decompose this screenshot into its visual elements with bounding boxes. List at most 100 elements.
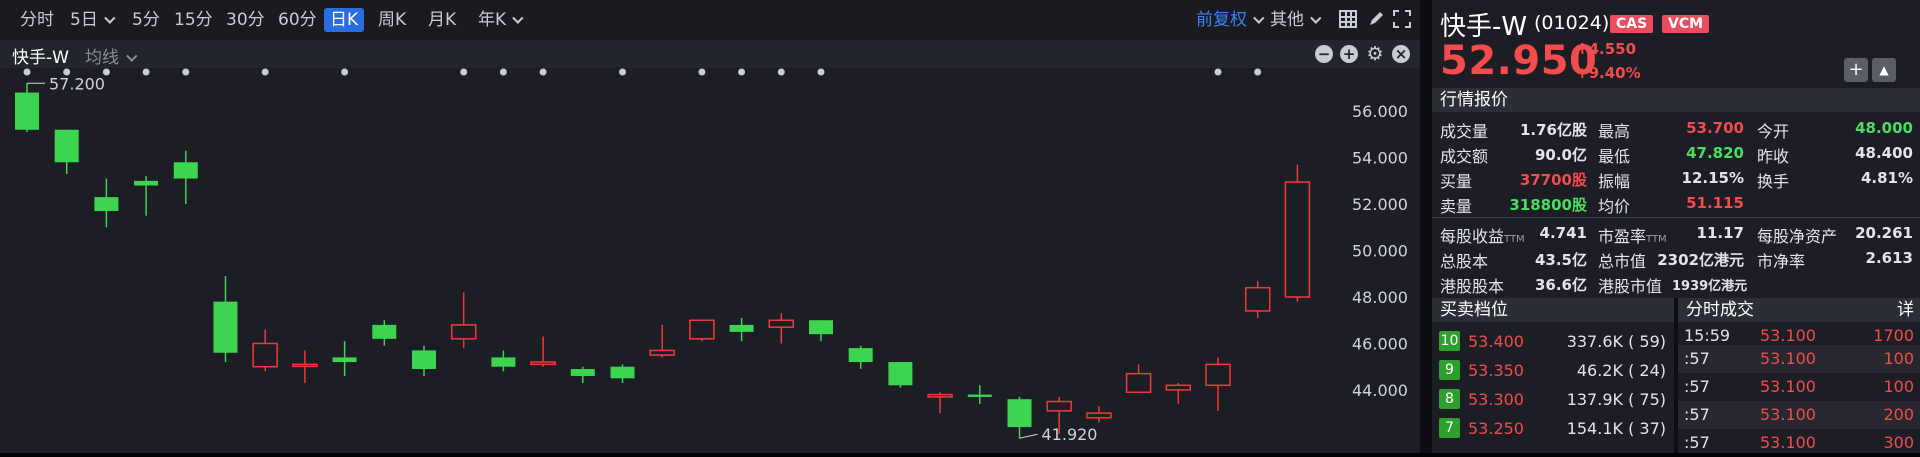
extreme-labels: 57.200 41.920 [27,74,1097,444]
stock-tab[interactable]: 快手-W [12,43,69,68]
trades-detail-button[interactable]: 详 [1897,298,1914,322]
avg-price-value: 51.115 [1686,194,1744,212]
candle [848,345,873,370]
period-5min[interactable]: 5分 [126,8,166,32]
orderbook-price: 53.400 [1468,332,1524,351]
trades-title: 分时成交 详 [1678,298,1920,322]
orderbook-volume: 137.9K ( 75) [1566,390,1666,409]
period-monthly-k[interactable]: 月K [422,8,462,32]
candle [332,341,357,376]
eps-ttm-suffix: TTM [1504,234,1525,245]
low-value: 47.820 [1686,144,1744,162]
candle-body [530,361,556,366]
orderbook-row[interactable]: 10 53.400 337.6K ( 59) [1432,326,1674,354]
ma-dropdown[interactable]: 均线 [85,43,133,68]
settings-gear-icon[interactable]: ⚙ [1366,45,1384,64]
chart-header: 快手-W 均线 − + ⚙ × [0,40,1420,68]
period-weekly-k[interactable]: 周K [372,8,412,32]
app-root: 分时 5日 5分 15分 30分 60分 日K 周K 月K 年K 前复权 其他 … [0,0,1920,453]
draw-pen-icon[interactable] [1366,10,1386,30]
event-dot [738,68,746,76]
period-5day[interactable]: 5日 [64,8,117,32]
volume-label: 成交量 [1440,122,1489,141]
orderbook-row[interactable]: 9 53.350 46.2K ( 24) [1432,355,1674,383]
candle-body [1125,372,1152,393]
candle [252,329,278,372]
vcm-badge: VCM [1662,15,1710,33]
turnover-label: 成交额 [1440,147,1489,166]
trade-volume: 1700 [1873,326,1914,345]
candle [491,350,516,372]
bvps-label: 每股净资产 [1757,227,1838,246]
close-icon[interactable]: × [1392,45,1410,63]
open-value: 48.000 [1855,119,1913,137]
pe-value: 11.17 [1696,224,1744,242]
eps-label: 每股收益TTM [1440,223,1525,247]
bvps-value: 20.261 [1855,224,1913,242]
cas-badge: CAS [1610,15,1654,33]
candle [530,336,556,367]
orderbook-row[interactable]: 8 53.300 137.9K ( 75) [1432,384,1674,412]
event-dot [698,68,706,76]
price-change-value: 4.550 [1588,40,1637,58]
eps-value: 4.741 [1539,224,1587,242]
other-dropdown[interactable]: 其他 [1264,8,1323,32]
period-yearly-k[interactable]: 年K [472,8,525,32]
candle-body [372,324,397,339]
zoom-in-icon[interactable]: + [1340,45,1358,63]
candle [927,392,953,414]
collapse-icon[interactable]: ▲ [1872,58,1896,82]
event-dot [777,68,785,76]
period-daily-k[interactable]: 日K [324,8,365,32]
trade-price: 53.100 [1760,377,1816,396]
candle-body [768,319,795,328]
zoom-out-icon[interactable]: − [1315,45,1333,63]
candle-body [1284,181,1311,298]
candle-body [1086,412,1112,419]
turnover-value: 90.0亿 [1534,146,1587,164]
price-axis: 56.000 54.000 52.000 50.000 48.000 46.000 44.0… [1352,102,1408,400]
candle [15,83,39,133]
trade-row: :57 53.100 200 [1678,401,1920,429]
add-icon[interactable]: + [1844,58,1868,82]
candle [94,178,119,228]
event-dot [341,68,349,76]
candle-body [173,162,198,179]
period-30min[interactable]: 30分 [220,8,271,32]
candle-body [450,324,477,340]
trade-price: 53.100 [1760,326,1816,345]
prev-close-label: 昨收 [1757,147,1790,166]
trade-volume: 300 [1883,433,1914,452]
candle [372,320,397,346]
pane-divider[interactable] [1420,0,1432,453]
candle-body [1007,399,1032,428]
candle-body [610,366,635,379]
candlestick-chart[interactable]: 56.000 54.000 52.000 50.000 48.000 46.000 44.0… [0,68,1420,453]
orderbook-row[interactable]: 7 53.250 154.1K ( 37) [1432,413,1674,441]
fullscreen-icon[interactable] [1392,10,1412,30]
period-intraday[interactable]: 分时 [14,8,60,32]
period-60min[interactable]: 60分 [272,8,323,32]
y-tick-label: 54.000 [1352,149,1408,168]
orderbook-volume: 154.1K ( 37) [1566,419,1666,438]
trade-time: 15:59 [1684,326,1731,345]
candle [134,176,159,216]
low-pointer [1019,433,1038,439]
candle-body [927,393,953,398]
period-toolbar: 分时 5日 5分 15分 30分 60分 日K 周K 月K 年K 前复权 其他 [0,0,1420,40]
candle-body [888,362,913,386]
period-15min[interactable]: 15分 [168,8,219,32]
orderbook-price: 53.300 [1468,390,1524,409]
trade-volume: 100 [1883,377,1914,396]
low-price-label: 41.920 [1042,425,1098,444]
candle-body [54,129,79,163]
candle-body [1046,400,1072,412]
trade-time: :57 [1684,405,1710,424]
event-dot [619,68,626,76]
open-label: 今开 [1757,122,1790,141]
event-dot [499,68,507,76]
candle [412,345,436,376]
layout-grid-icon[interactable] [1338,10,1358,30]
pe-label: 市盈率TTM [1598,223,1667,247]
adjust-dropdown[interactable]: 前复权 [1190,8,1266,32]
